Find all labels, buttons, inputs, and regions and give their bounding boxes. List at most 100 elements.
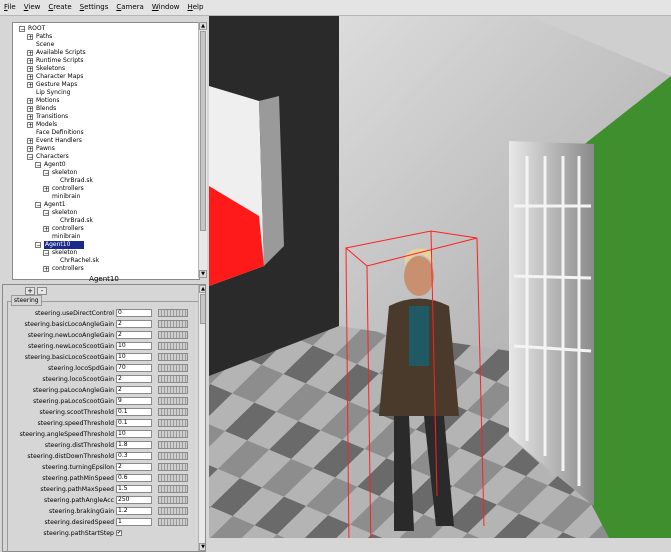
- tree-item[interactable]: − ROOT: [13, 25, 199, 33]
- add-button[interactable]: +: [25, 287, 35, 295]
- tree-item[interactable]: − Agent10: [13, 241, 199, 249]
- tree-item[interactable]: − skeleton: [13, 209, 199, 217]
- tree-item[interactable]: + Available Scripts: [13, 49, 199, 57]
- attribute-slider[interactable]: [158, 331, 188, 339]
- attribute-value-field[interactable]: 1.2: [116, 507, 152, 515]
- expand-icon[interactable]: +: [27, 82, 33, 89]
- tree-item[interactable]: + Character Maps: [13, 73, 199, 81]
- attribute-slider[interactable]: [158, 518, 188, 526]
- expand-icon[interactable]: +: [27, 50, 33, 57]
- expand-icon[interactable]: +: [27, 66, 33, 73]
- attribute-value-field[interactable]: 1.8: [116, 441, 152, 449]
- attribute-slider[interactable]: [158, 463, 188, 471]
- attribute-checkbox[interactable]: ✔: [116, 530, 122, 536]
- expand-icon[interactable]: +: [27, 122, 33, 129]
- expand-icon[interactable]: +: [27, 146, 33, 153]
- tree-item[interactable]: ChrBrad.sk: [13, 217, 199, 225]
- tree-item[interactable]: − Characters: [13, 153, 199, 161]
- attribute-value-field[interactable]: 9: [116, 397, 152, 405]
- attribute-value-field[interactable]: 0.3: [116, 452, 152, 460]
- attribute-slider[interactable]: [158, 474, 188, 482]
- tree-item[interactable]: + Blends: [13, 105, 199, 113]
- attribute-slider[interactable]: [158, 507, 188, 515]
- attribute-slider[interactable]: [158, 375, 188, 383]
- tree-item[interactable]: + Transitions: [13, 113, 199, 121]
- tree-scrollbar[interactable]: ▲ ▼: [198, 22, 207, 278]
- expand-icon[interactable]: +: [43, 266, 49, 273]
- attribute-value-field[interactable]: 10: [116, 353, 152, 361]
- tree-scroll-thumb[interactable]: [200, 31, 206, 231]
- attribute-slider[interactable]: [158, 496, 188, 504]
- attribute-value-field[interactable]: 10: [116, 342, 152, 350]
- expand-icon[interactable]: +: [27, 74, 33, 81]
- attribute-slider[interactable]: [158, 320, 188, 328]
- attribute-slider[interactable]: [158, 408, 188, 416]
- attribute-slider[interactable]: [158, 452, 188, 460]
- attribute-value-field[interactable]: 0: [116, 309, 152, 317]
- expand-icon[interactable]: +: [27, 58, 33, 65]
- attribute-value-field[interactable]: 250: [116, 496, 152, 504]
- menu-help[interactable]: Help: [183, 0, 207, 15]
- attribute-slider[interactable]: [158, 342, 188, 350]
- tree-item[interactable]: minibrain: [13, 193, 199, 201]
- attribute-slider[interactable]: [158, 441, 188, 449]
- tree-item[interactable]: + controllers: [13, 265, 199, 273]
- tree-item[interactable]: Lip Syncing: [13, 89, 199, 97]
- menu-settings[interactable]: Settings: [76, 0, 113, 15]
- attribute-scroll-thumb[interactable]: [200, 294, 205, 324]
- menu-view[interactable]: View: [20, 0, 45, 15]
- menu-camera[interactable]: Camera: [112, 0, 147, 15]
- expand-icon[interactable]: +: [27, 34, 33, 41]
- attribute-value-field[interactable]: 10: [116, 430, 152, 438]
- attribute-scrollbar[interactable]: ▲ ▼: [198, 285, 205, 551]
- attribute-slider[interactable]: [158, 397, 188, 405]
- expand-icon[interactable]: +: [43, 226, 49, 233]
- steering-group-label[interactable]: steering: [11, 295, 42, 306]
- expand-icon[interactable]: +: [27, 98, 33, 105]
- collapse-icon[interactable]: −: [35, 162, 41, 169]
- attribute-value-field[interactable]: 70: [116, 364, 152, 372]
- attribute-value-field[interactable]: 2: [116, 331, 152, 339]
- scroll-up-arrow-icon[interactable]: ▲: [199, 285, 205, 293]
- attribute-slider[interactable]: [158, 353, 188, 361]
- attribute-value-field[interactable]: 0.1: [116, 419, 152, 427]
- tree-item[interactable]: − Agent0: [13, 161, 199, 169]
- attribute-value-field[interactable]: 2: [116, 386, 152, 394]
- tree-item[interactable]: minibrain: [13, 233, 199, 241]
- remove-button[interactable]: -: [37, 287, 47, 295]
- tree-item[interactable]: ChrRachel.sk: [13, 257, 199, 265]
- tree-item[interactable]: − skeleton: [13, 249, 199, 257]
- tree-item[interactable]: + Models: [13, 121, 199, 129]
- tree-item[interactable]: + Skeletons: [13, 65, 199, 73]
- collapse-icon[interactable]: −: [35, 202, 41, 209]
- collapse-icon[interactable]: −: [43, 250, 49, 257]
- collapse-icon[interactable]: −: [35, 242, 41, 249]
- tree-item[interactable]: + Gesture Maps: [13, 81, 199, 89]
- attribute-value-field[interactable]: 2: [116, 463, 152, 471]
- attribute-slider[interactable]: [158, 485, 188, 493]
- tree-item[interactable]: Scene: [13, 41, 199, 49]
- attribute-slider[interactable]: [158, 419, 188, 427]
- tree-item[interactable]: + Paths: [13, 33, 199, 41]
- scroll-up-arrow-icon[interactable]: ▲: [199, 22, 207, 30]
- menu-window[interactable]: Window: [148, 0, 184, 15]
- expand-icon[interactable]: +: [27, 114, 33, 121]
- 3d-viewport[interactable]: [209, 16, 671, 538]
- tree-item[interactable]: + Runtime Scripts: [13, 57, 199, 65]
- tree-item[interactable]: + Event Handlers: [13, 137, 199, 145]
- tree-item[interactable]: − skeleton: [13, 169, 199, 177]
- tree-item[interactable]: + Pawns: [13, 145, 199, 153]
- expand-icon[interactable]: +: [43, 186, 49, 193]
- menu-file[interactable]: File: [0, 0, 20, 15]
- expand-icon[interactable]: +: [27, 138, 33, 145]
- attribute-value-field[interactable]: 1: [116, 518, 152, 526]
- collapse-icon[interactable]: −: [43, 170, 49, 177]
- tree-item[interactable]: + controllers: [13, 185, 199, 193]
- attribute-slider[interactable]: [158, 430, 188, 438]
- tree-item[interactable]: − Agent1: [13, 201, 199, 209]
- menu-create[interactable]: Create: [44, 0, 75, 15]
- attribute-slider[interactable]: [158, 364, 188, 372]
- attribute-value-field[interactable]: 0.1: [116, 408, 152, 416]
- tree-item[interactable]: + controllers: [13, 225, 199, 233]
- collapse-icon[interactable]: −: [19, 26, 25, 33]
